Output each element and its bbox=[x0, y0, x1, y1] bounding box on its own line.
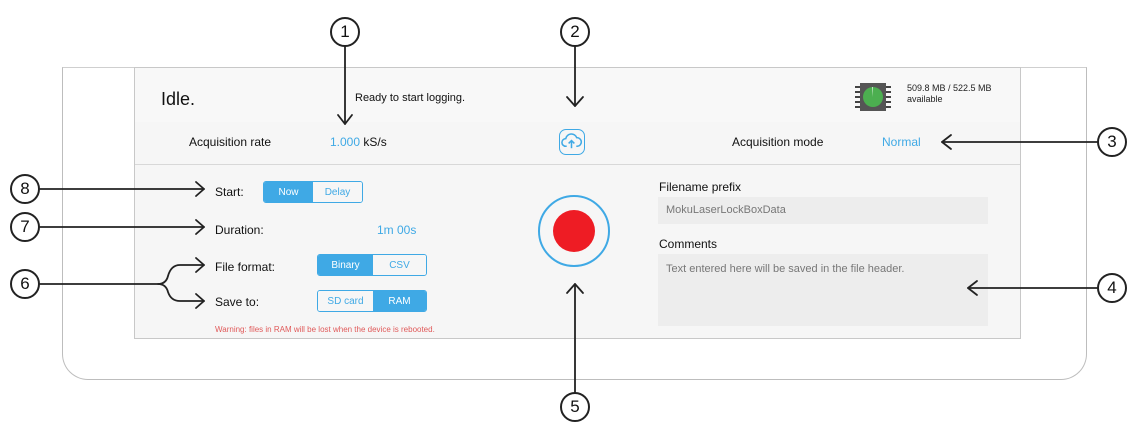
callout-5: 5 bbox=[560, 392, 590, 422]
callout-3: 3 bbox=[1097, 127, 1127, 157]
callout-6-bracket bbox=[39, 264, 205, 285]
callout-4: 4 bbox=[1097, 273, 1127, 303]
annotation-arrows bbox=[39, 45, 1106, 396]
callout-8: 8 bbox=[10, 174, 40, 204]
callout-2: 2 bbox=[560, 17, 590, 47]
callout-6: 6 bbox=[10, 269, 40, 299]
callout-1: 1 bbox=[330, 17, 360, 47]
callout-7: 7 bbox=[10, 212, 40, 242]
callout-6-bracket-lower bbox=[157, 283, 205, 302]
